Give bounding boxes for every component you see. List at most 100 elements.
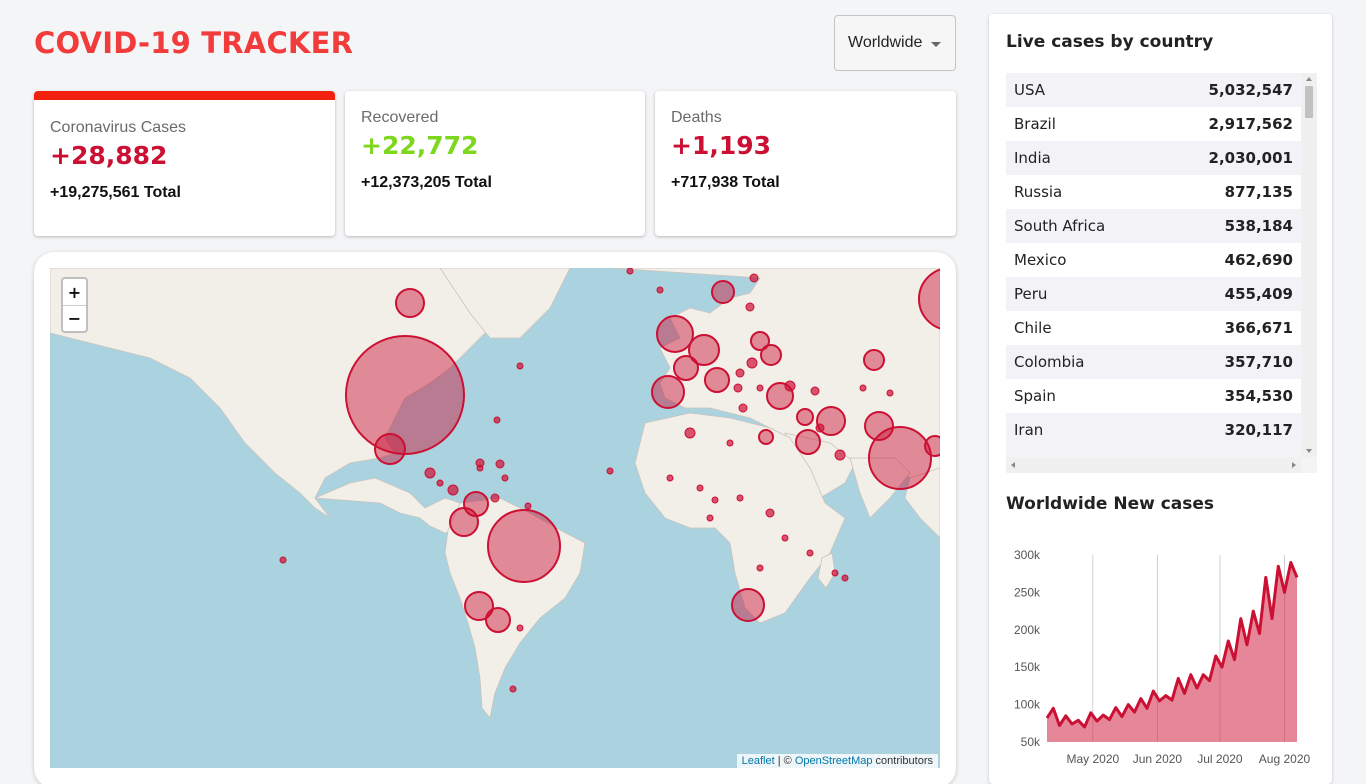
- osm-link[interactable]: OpenStreetMap: [795, 755, 873, 767]
- y-tick-label: 50k: [1021, 735, 1041, 749]
- region-select-value: Worldwide: [848, 34, 923, 51]
- country-cases: 462,690: [1224, 251, 1293, 269]
- active-card-indicator: [34, 91, 335, 100]
- country-cases: 357,710: [1224, 353, 1293, 371]
- zoom-out-button[interactable]: −: [63, 305, 86, 331]
- land-layer: [50, 268, 940, 719]
- table-row: Iran 320,117: [1006, 413, 1301, 447]
- circle-small-23: [781, 534, 789, 542]
- circle-small-17: [726, 439, 734, 447]
- circle-small-39: [509, 685, 517, 693]
- circle-kazakhstan: [863, 349, 885, 371]
- circle-small-18: [666, 474, 674, 482]
- circle-small-41: [516, 362, 524, 370]
- country-name: USA: [1014, 81, 1046, 99]
- chevron-down-icon: [931, 42, 941, 47]
- circle-saudi: [795, 429, 821, 455]
- circle-usa: [345, 335, 465, 455]
- circle-small-42: [493, 416, 501, 424]
- live-cases-table[interactable]: USA 5,032,547 Brazil 2,917,562 India 2,030,00…: [1006, 73, 1317, 473]
- circle-small-13: [834, 449, 846, 461]
- recovered-total: +12,373,205 Total: [361, 174, 492, 191]
- circle-small-26: [806, 549, 814, 557]
- recovered-label: Recovered: [361, 109, 439, 126]
- circle-small-19: [696, 484, 704, 492]
- recovered-card[interactable]: Recovered +22,772 +12,373,205 Total: [345, 91, 645, 236]
- live-cases-title: Live cases by country: [1006, 32, 1214, 52]
- country-name: India: [1014, 149, 1051, 167]
- deaths-total: +717,938 Total: [671, 174, 780, 191]
- new-cases-title: Worldwide New cases: [1006, 494, 1215, 514]
- circle-south-africa: [731, 588, 765, 622]
- circle-small-36: [476, 464, 484, 472]
- right-panel: Live cases by country USA 5,032,547 Brazil…: [989, 14, 1332, 784]
- deaths-value: +1,193: [671, 131, 772, 160]
- circle-small-12: [815, 423, 825, 433]
- cases-card[interactable]: Coronavirus Cases +28,882 +19,275,561 To…: [34, 91, 335, 236]
- circle-small-25: [756, 564, 764, 572]
- circle-canada: [395, 288, 425, 318]
- circle-small-3: [749, 273, 759, 283]
- circle-small-31: [490, 493, 500, 503]
- circle-small-43: [606, 467, 614, 475]
- map-attribution: Leaflet | © OpenStreetMap contributors: [736, 754, 938, 768]
- world-map[interactable]: + − Leaflet | © OpenStreetMap contributo…: [50, 268, 940, 768]
- x-tick-label: Jul 2020: [1197, 752, 1243, 766]
- circle-small-7: [738, 403, 748, 413]
- circle-bangladesh: [924, 435, 940, 457]
- circle-small-10: [784, 380, 796, 392]
- circle-small-32: [524, 502, 532, 510]
- attribution-separator: | ©: [774, 755, 795, 767]
- live-cases-rows: USA 5,032,547 Brazil 2,917,562 India 2,030,00…: [1006, 73, 1301, 457]
- horizontal-scrollbar[interactable]: [1006, 457, 1301, 473]
- zoom-control: + −: [61, 277, 88, 333]
- circle-small-27: [831, 569, 839, 577]
- country-cases: 5,032,547: [1208, 81, 1293, 99]
- table-row: India 2,030,001: [1006, 141, 1301, 175]
- country-cases: 320,117: [1224, 421, 1293, 439]
- map-canvas[interactable]: [50, 268, 940, 768]
- country-cases: 2,917,562: [1208, 115, 1293, 133]
- circle-small-38: [516, 624, 524, 632]
- circle-small-8: [756, 384, 764, 392]
- x-tick-label: Jun 2020: [1133, 752, 1183, 766]
- table-row: Spain 354,530: [1006, 379, 1301, 413]
- circle-small-6: [733, 383, 743, 393]
- zoom-in-button[interactable]: +: [63, 279, 86, 305]
- country-cases: 2,030,001: [1208, 149, 1293, 167]
- circle-small-33: [424, 467, 436, 479]
- scroll-down-icon[interactable]: [1306, 449, 1312, 453]
- table-row: Russia 877,135: [1006, 175, 1301, 209]
- table-row: Brazil 2,917,562: [1006, 107, 1301, 141]
- scroll-thumb[interactable]: [1305, 86, 1313, 118]
- leaflet-link[interactable]: Leaflet: [742, 755, 775, 767]
- circle-small-11: [810, 386, 820, 396]
- circle-iraq: [796, 408, 814, 426]
- circle-italy: [704, 367, 730, 393]
- circle-poland: [750, 331, 770, 351]
- circle-small-40: [279, 556, 287, 564]
- deaths-card[interactable]: Deaths +1,193 +717,938 Total: [655, 91, 956, 236]
- region-select[interactable]: Worldwide: [834, 15, 956, 71]
- circle-mexico: [374, 433, 406, 465]
- country-name: Chile: [1014, 319, 1052, 337]
- scroll-left-icon[interactable]: [1011, 462, 1015, 468]
- scroll-up-icon[interactable]: [1306, 77, 1312, 81]
- circle-small-37: [501, 474, 509, 482]
- circle-small-30: [495, 459, 505, 469]
- country-name: Spain: [1014, 387, 1056, 405]
- y-tick-label: 250k: [1014, 585, 1041, 599]
- table-row: Colombia 357,710: [1006, 345, 1301, 379]
- country-cases: 455,409: [1224, 285, 1293, 303]
- recovered-value: +22,772: [361, 131, 479, 160]
- country-cases: 538,184: [1224, 217, 1293, 235]
- circle-small-4: [745, 302, 755, 312]
- y-tick-label: 100k: [1014, 698, 1041, 712]
- vertical-scrollbar[interactable]: [1301, 73, 1317, 457]
- country-name: Mexico: [1014, 251, 1067, 269]
- circle-small-14: [859, 384, 867, 392]
- x-tick-label: May 2020: [1066, 752, 1119, 766]
- circle-small-22: [765, 508, 775, 518]
- scroll-right-icon[interactable]: [1292, 462, 1296, 468]
- country-name: Brazil: [1014, 115, 1056, 133]
